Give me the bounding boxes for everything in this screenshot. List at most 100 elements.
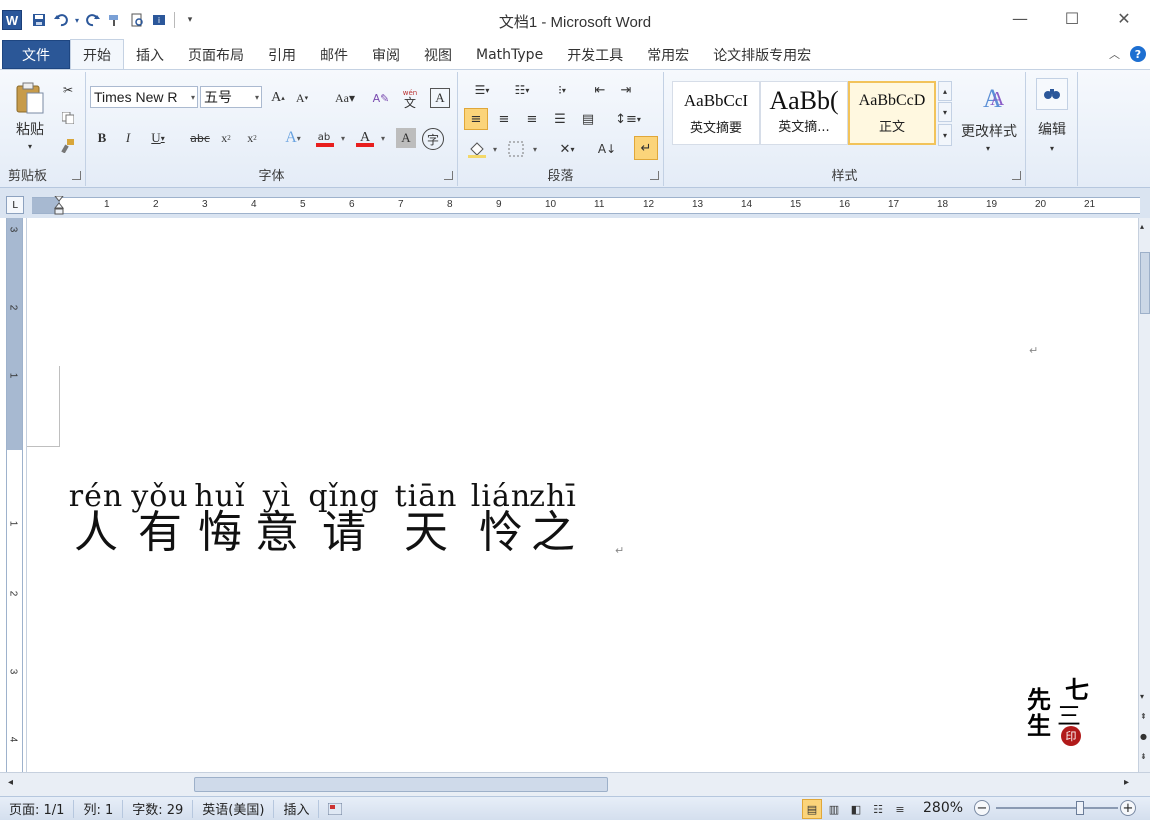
align-center-icon[interactable]: ≡ [492,108,516,130]
vertical-scroll-thumb[interactable] [1140,252,1150,314]
chinese-layout-icon[interactable]: ✕ ▾ [550,138,584,160]
vertical-scrollbar[interactable]: ▴ ▾ ⇞ ● ⇟ [1138,218,1150,772]
change-case-icon[interactable]: Aa▾ [330,88,360,108]
styles-launcher[interactable] [1012,171,1021,180]
grow-font-icon[interactable]: A ▴ [268,88,288,108]
character-border-icon[interactable]: A [430,88,450,108]
font-name-combo[interactable]: Times New R ▾ [90,86,198,108]
cut-icon[interactable]: ✂ [60,82,76,98]
full-screen-reading-icon[interactable]: ▥ [824,799,844,819]
macro-record-icon[interactable] [319,800,351,818]
paragraph-launcher[interactable] [650,171,659,180]
tab-mathtype[interactable]: MathType [464,40,555,69]
word-app-icon[interactable]: W [2,10,22,30]
underline-icon[interactable]: U ▾ [144,128,172,148]
change-styles-icon[interactable]: AA [970,80,1006,112]
font-size-combo[interactable]: 五号 ▾ [200,86,262,108]
zoom-slider-thumb[interactable] [1076,801,1084,815]
horizontal-scroll-thumb[interactable] [194,777,608,792]
indent-marker-icon[interactable] [53,195,65,215]
highlight-color-icon[interactable]: ab ▾ [314,126,348,150]
change-styles-dropdown-icon[interactable]: ▾ [982,142,994,154]
style-normal[interactable]: AaBbCcD 正文 [848,81,936,145]
bullets-icon[interactable]: ☰ ▾ [466,80,498,100]
tab-view[interactable]: 视图 [412,40,464,69]
increase-indent-icon[interactable]: ⇥ [616,80,636,100]
format-painter-icon[interactable] [60,138,76,154]
spelling-icon[interactable]: i [148,9,170,31]
change-styles-button[interactable]: 更改样式 [956,122,1022,140]
styles-more-icon[interactable]: ▾ [938,124,952,146]
print-layout-view-icon[interactable]: ▤ [802,799,822,819]
zoom-out-icon[interactable]: − [974,800,990,816]
numbering-icon[interactable]: ☷ ▾ [506,80,538,100]
find-icon[interactable] [1036,78,1068,110]
zoom-level[interactable]: 280% [923,800,963,816]
tab-developer[interactable]: 开发工具 [555,40,635,69]
tab-review[interactable]: 审阅 [360,40,412,69]
vertical-ruler[interactable]: 3 2 1 1 2 3 4 [6,218,23,772]
tab-references[interactable]: 引用 [256,40,308,69]
previous-page-icon[interactable]: ⇞ [1140,712,1147,721]
editing-dropdown-icon[interactable]: ▾ [1046,142,1058,154]
text-effects-icon[interactable]: A ▾ [278,128,308,148]
styles-scroll-up-icon[interactable]: ▴ [938,81,952,101]
scroll-left-icon[interactable]: ◂ [8,777,13,788]
minimize-icon[interactable]: — [994,0,1046,36]
draft-view-icon[interactable]: ≡ [890,799,910,819]
help-icon[interactable]: ? [1130,46,1146,62]
format-painter-qat-icon[interactable] [104,9,126,31]
undo-dropdown-icon[interactable]: ▾ [72,9,82,31]
subscript-icon[interactable]: x2 [216,128,236,148]
justify-icon[interactable]: ☰ [548,108,572,130]
status-page[interactable]: 页面: 1/1 [0,799,75,818]
horizontal-scrollbar[interactable]: ◂ ▸ [0,772,1150,796]
borders-icon[interactable]: ▾ [506,138,540,160]
redo-icon[interactable] [82,9,104,31]
style-english-abstract[interactable]: AaBbCcI 英文摘要 [672,81,760,145]
bold-icon[interactable]: B [92,128,112,148]
outline-view-icon[interactable]: ☷ [868,799,888,819]
multilevel-list-icon[interactable]: ⁝ ▾ [546,80,578,100]
tab-page-layout[interactable]: 页面布局 [176,40,256,69]
tab-insert[interactable]: 插入 [124,40,176,69]
italic-icon[interactable]: I [118,128,138,148]
scroll-up-icon[interactable]: ▴ [1140,222,1144,231]
maximize-icon[interactable]: ☐ [1046,0,1098,36]
line-spacing-icon[interactable]: ↕≡ ▾ [612,108,644,130]
tab-thesis-macros[interactable]: 论文排版专用宏 [701,40,823,69]
clear-formatting-icon[interactable]: A✎ [370,88,392,108]
tab-home[interactable]: 开始 [70,39,124,69]
zoom-slider[interactable] [996,807,1118,809]
ruby-character[interactable]: yì 意 [249,480,305,556]
status-word-count[interactable]: 字数: 29 [123,799,194,818]
close-icon[interactable]: ✕ [1098,0,1150,36]
status-language[interactable]: 英语(美国) [193,799,275,818]
scroll-right-icon[interactable]: ▸ [1124,777,1129,788]
print-preview-icon[interactable] [126,9,148,31]
ruby-character[interactable]: tiān 天 [383,480,469,556]
sort-icon[interactable]: A↓ [596,138,618,160]
ruby-character[interactable]: rén 人 [63,480,129,556]
ruby-character[interactable]: yǒu 有 [129,480,191,556]
show-formatting-marks-icon[interactable]: ↵ [634,136,658,160]
status-column[interactable]: 列: 1 [74,799,124,818]
phonetic-guide-text[interactable]: rén 人 yǒu 有 huǐ 悔 yì 意 qǐng 请 tiān 天 lián 怜 zhī 之 [63,480,576,556]
zoom-in-icon[interactable]: + [1120,800,1136,816]
align-right-icon[interactable]: ≡ [520,108,544,130]
tab-common-macros[interactable]: 常用宏 [635,40,701,69]
character-shading-icon[interactable]: A [396,128,416,148]
align-left-icon[interactable]: ≡ [464,108,488,130]
editing-button[interactable]: 编辑 [1030,120,1074,138]
paste-button[interactable]: 粘贴 [8,120,52,138]
next-page-icon[interactable]: ⇟ [1140,752,1147,761]
font-launcher[interactable] [444,171,453,180]
font-color-icon[interactable]: A ▾ [354,126,388,150]
ruby-character[interactable]: lián 怜 [469,480,533,556]
superscript-icon[interactable]: x2 [242,128,262,148]
copy-icon[interactable] [60,110,76,126]
ruby-character[interactable]: qǐng 请 [305,480,383,556]
style-english-abstract-2[interactable]: AaBb( 英文摘... [760,81,848,145]
undo-icon[interactable] [50,9,72,31]
minimize-ribbon-icon[interactable]: ︿ [1109,46,1120,62]
